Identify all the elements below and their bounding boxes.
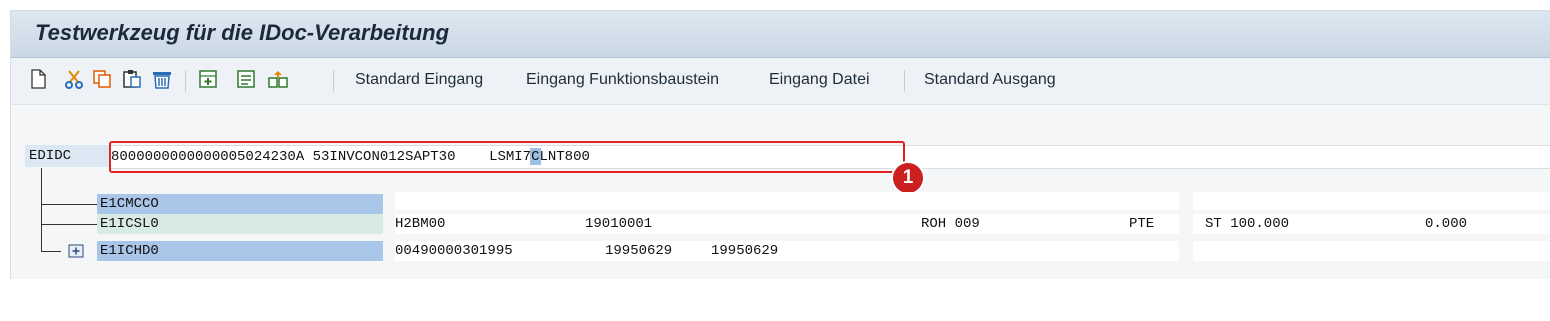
segment-data-row[interactable]: ST 100.000 0.000 <box>1193 214 1550 234</box>
inbound-function-module-button[interactable]: Eingang Funktionsbaustein <box>526 71 719 89</box>
segment-cell: 0.000 <box>1425 216 1468 232</box>
tree-connector <box>41 224 97 225</box>
idoc-test-tool-window: Testwerkzeug für die IDoc-Verarbeitung S… <box>10 10 1550 279</box>
segment-e1cmcco[interactable]: E1CMCCO <box>97 194 383 214</box>
move-icon[interactable] <box>267 68 289 90</box>
paste-icon[interactable] <box>121 68 143 90</box>
segment-e1icsl0[interactable]: E1ICSL0 <box>97 214 383 234</box>
application-toolbar: Standard Eingang Eingang Funktionsbauste… <box>11 58 1550 105</box>
standard-outbound-button[interactable]: Standard Ausgang <box>924 71 1056 89</box>
toolbar-separator <box>185 70 186 92</box>
segment-cell: 19950629 <box>711 243 779 259</box>
delete-icon[interactable] <box>151 68 173 90</box>
cut-icon[interactable] <box>63 68 85 90</box>
tree-connector <box>41 204 97 205</box>
segment-data-row[interactable] <box>1193 241 1550 261</box>
page-title: Testwerkzeug für die IDoc-Verarbeitung <box>35 20 450 45</box>
segment-data-area <box>1193 192 1550 210</box>
segment-e1ichd0[interactable]: E1ICHD0 <box>97 241 383 261</box>
copy-icon[interactable] <box>91 68 113 90</box>
segment-cell: 19950629 <box>605 243 673 259</box>
callout-box <box>109 141 905 173</box>
segment-data-area <box>395 192 1179 210</box>
tree-connector <box>41 168 42 252</box>
segment-cell: H2BM00 <box>395 216 446 232</box>
edidc-label[interactable]: EDIDC <box>25 145 109 167</box>
title-bar: Testwerkzeug für die IDoc-Verarbeitung <box>11 11 1550 58</box>
segment-cell: ST 100.000 <box>1205 216 1290 232</box>
segment-cell: PTE <box>1129 216 1155 232</box>
standard-inbound-button[interactable]: Standard Eingang <box>355 71 483 89</box>
callout-badge: 1 <box>893 163 923 193</box>
segment-cell: 00490000301995 <box>395 243 513 259</box>
insert-segment-icon[interactable] <box>197 68 219 90</box>
segment-cell: ROH 009 <box>921 216 980 232</box>
toolbar-separator <box>333 70 334 92</box>
new-document-icon[interactable] <box>27 68 49 90</box>
segment-data-row[interactable]: H2BM00 19010001 ROH 009 PTE <box>395 214 1179 234</box>
expand-node-icon[interactable] <box>67 243 85 259</box>
tree-connector <box>41 251 61 252</box>
edit-segment-icon[interactable] <box>235 68 257 90</box>
toolbar-separator <box>904 70 905 92</box>
segment-cell: 19010001 <box>585 216 653 232</box>
inbound-file-button[interactable]: Eingang Datei <box>769 71 870 89</box>
segment-data-row[interactable]: 00490000301995 19950629 19950629 <box>395 241 1179 261</box>
